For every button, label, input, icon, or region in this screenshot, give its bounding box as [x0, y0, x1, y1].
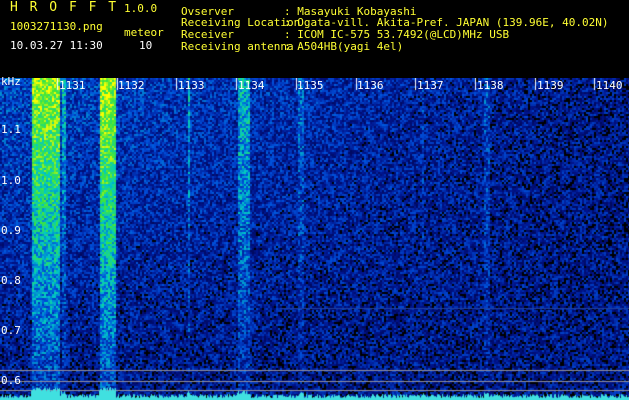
x-tick-1136: 1136	[357, 79, 384, 92]
x-tick-1137: 1137	[417, 79, 444, 92]
y-tick-0-9: 0.9	[1, 224, 21, 237]
x-tick-1133: 1133	[178, 79, 205, 92]
x-tick-1139: 1139	[537, 79, 564, 92]
x-tick-1138: 1138	[477, 79, 504, 92]
x-tick-1132: 1132	[118, 79, 145, 92]
y-tick-1-0: 1.0	[1, 174, 21, 187]
y-tick-0-8: 0.8	[1, 274, 21, 287]
antenna-value: : A504HB(yagi 4el)	[284, 40, 404, 53]
y-axis-unit: kHz	[1, 75, 21, 88]
app-title: H R O F F T	[10, 0, 119, 15]
meteor-count: 10	[139, 39, 153, 52]
x-tick-1135: 1135	[297, 79, 324, 92]
y-tick-1-1: 1.1	[1, 123, 21, 136]
file-name: 1003271130.png	[10, 20, 103, 33]
meteor-label: meteor	[124, 26, 164, 39]
x-tick-1134: 1134	[238, 79, 265, 92]
datetime: 10.03.27 11:30	[10, 39, 103, 52]
app-version: 1.0.0	[124, 2, 158, 15]
x-tick-1140: 1140	[596, 79, 623, 92]
x-tick-1131: 1131	[59, 79, 86, 92]
antenna-label: Receiving antenna	[181, 40, 294, 53]
spectrogram-canvas	[0, 78, 629, 400]
y-tick-0-7: 0.7	[1, 324, 21, 337]
y-tick-0-6: 0.6	[1, 374, 21, 387]
